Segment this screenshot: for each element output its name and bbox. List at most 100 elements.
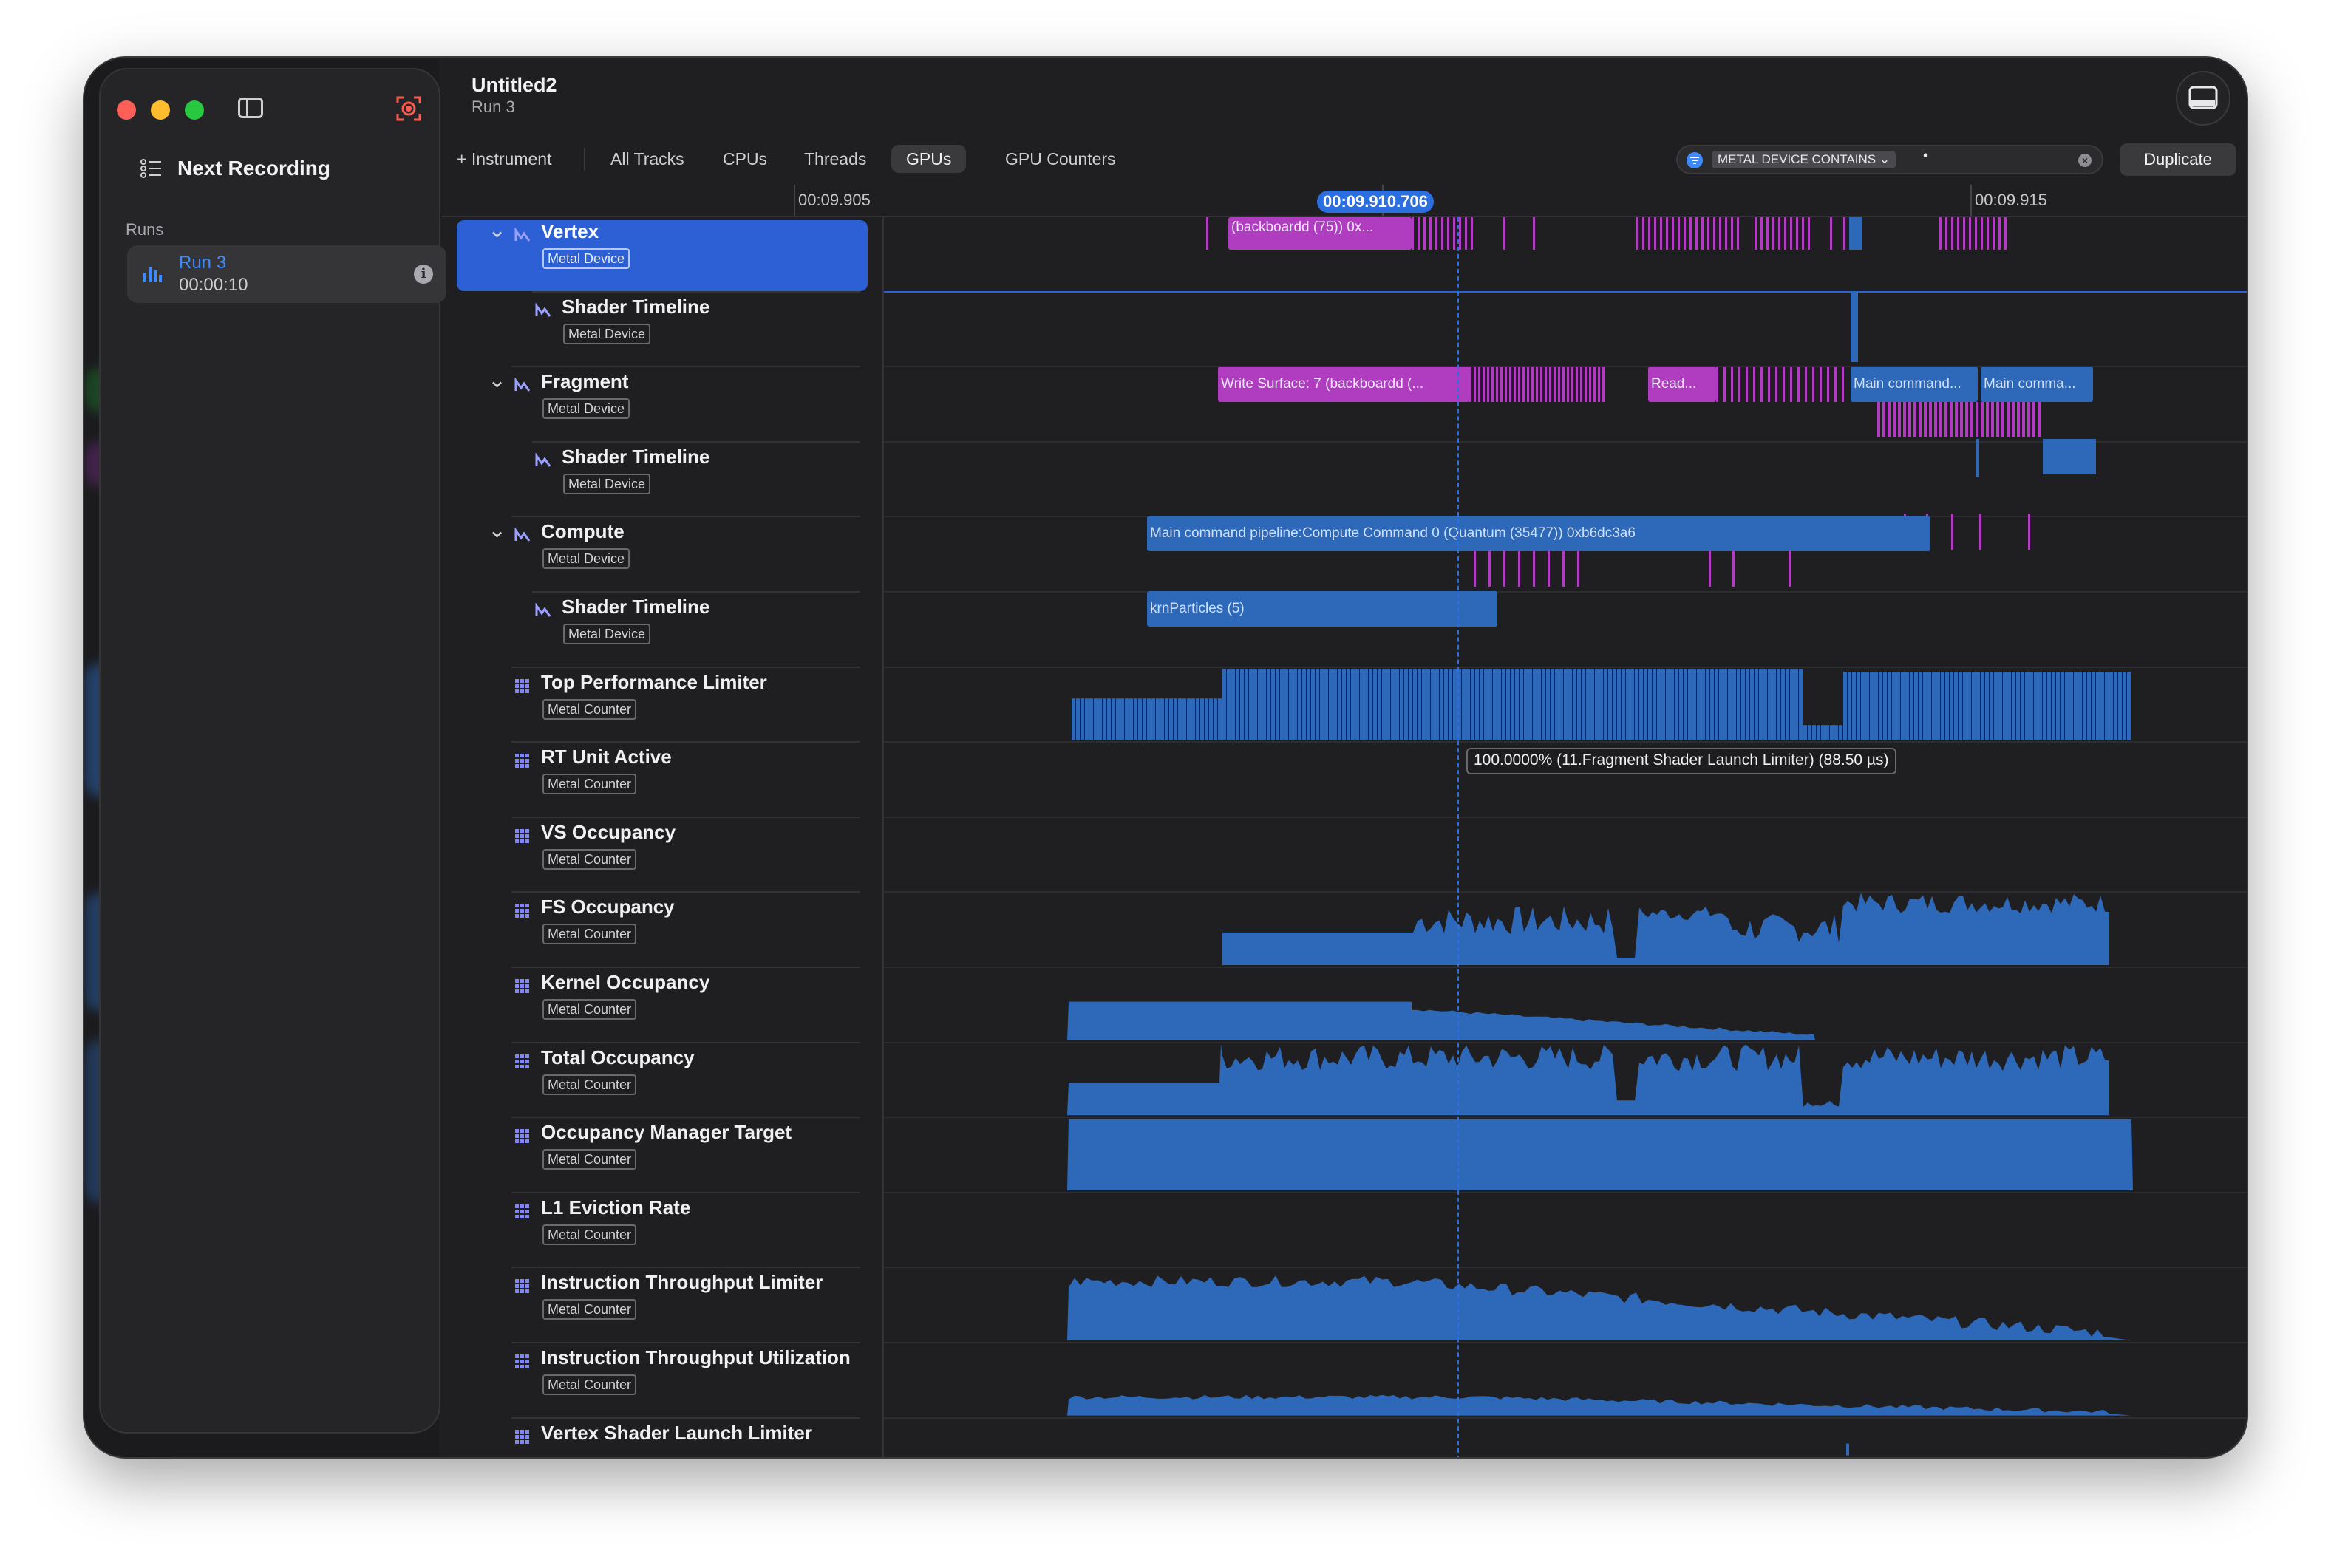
fragment-main-command-block[interactable]: Main command... — [1851, 367, 1978, 402]
fragment-read-block[interactable]: Read... — [1648, 367, 1716, 402]
inspector-toggle-button[interactable] — [2176, 71, 2230, 126]
compute-command-block[interactable]: Main command pipeline:Compute Command 0 … — [1147, 516, 1930, 551]
limiter-bar — [2003, 672, 2007, 740]
minimize-window-button[interactable] — [151, 100, 170, 120]
fragment-write-block[interactable]: Write Surface: 7 (backboardd (... — [1218, 367, 1469, 402]
vertex-tick — [1654, 217, 1656, 250]
fragment-tick — [1944, 402, 1947, 437]
track-name[interactable]: Compute — [541, 520, 625, 543]
track-name[interactable]: FS Occupancy — [541, 896, 675, 918]
limiter-bar — [1182, 698, 1186, 740]
limiter-bar — [2096, 672, 2100, 740]
track-separator — [511, 516, 860, 518]
limiter-bar — [1138, 698, 1142, 740]
disclosure-chevron-icon[interactable]: ⌄ — [488, 519, 506, 542]
fragment-main-command-block[interactable]: Main comma... — [1981, 367, 2093, 402]
info-icon[interactable]: i — [414, 265, 433, 284]
shader-timeline-icon — [514, 378, 531, 392]
disclosure-chevron-icon[interactable]: ⌄ — [488, 369, 506, 392]
limiter-bar — [1626, 669, 1630, 740]
tab-gpu-counters[interactable]: GPU Counters — [990, 145, 1131, 173]
fragment-tick — [1549, 367, 1551, 402]
limiter-bar — [1431, 669, 1435, 740]
fragment-tick — [2038, 402, 2041, 437]
fragment-tick — [1469, 367, 1471, 402]
limiter-bar — [1378, 669, 1381, 740]
limiter-bar — [1728, 669, 1732, 740]
limiter-bar — [1333, 669, 1337, 740]
track-type-badge: Metal Device — [563, 624, 651, 644]
zoom-window-button[interactable] — [185, 100, 204, 120]
kernel-particles-block[interactable]: krnParticles (5) — [1147, 591, 1497, 627]
limiter-bar — [1165, 698, 1168, 740]
tab-all-tracks[interactable]: All Tracks — [596, 145, 699, 173]
vertex-tick — [1796, 217, 1798, 250]
limiter-bar — [1533, 669, 1537, 740]
limiter-bar — [1329, 669, 1333, 740]
limiter-bar — [1653, 669, 1656, 740]
vertex-tick — [1719, 217, 1721, 250]
vertex-tick — [1998, 217, 2001, 250]
compute-tick — [1548, 551, 1550, 587]
playhead-time-label[interactable]: 00:09.910.706 — [1317, 191, 1434, 213]
vertex-tick — [1660, 217, 1662, 250]
compute-tick — [1732, 551, 1735, 587]
limiter-bar — [1209, 698, 1213, 740]
track-name[interactable]: Occupancy Manager Target — [541, 1121, 792, 1144]
tab-gpus[interactable]: GPUs — [891, 145, 967, 173]
sidebar-toggle-icon[interactable] — [238, 98, 263, 118]
disclosure-chevron-icon[interactable]: ⌄ — [488, 219, 506, 242]
ruler-label: 00:09.915 — [1975, 191, 2047, 209]
close-window-button[interactable] — [117, 100, 136, 120]
track-name[interactable]: Total Occupancy — [541, 1046, 695, 1069]
filter-token[interactable]: METAL DEVICE CONTAINS ⌄ — [1712, 151, 1896, 168]
track-filter-field[interactable]: METAL DEVICE CONTAINS ⌄ • × — [1676, 145, 2103, 174]
limiter-bar — [1967, 672, 1971, 740]
track-name[interactable]: Vertex — [541, 220, 599, 243]
document-title: Untitled2 — [472, 74, 557, 96]
limiter-bar — [1945, 672, 1949, 740]
limiter-bar — [1205, 698, 1208, 740]
limiter-bar — [2052, 672, 2055, 740]
fragment-tick — [1593, 367, 1596, 402]
track-name[interactable]: Fragment — [541, 370, 628, 393]
track-name[interactable]: RT Unit Active — [541, 746, 672, 768]
track-separator — [511, 816, 860, 818]
vertex-tick — [1684, 217, 1686, 250]
limiter-bar — [1595, 669, 1599, 740]
limiter-bar — [1422, 669, 1426, 740]
track-name[interactable]: Kernel Occupancy — [541, 971, 709, 994]
limiter-bar — [1147, 698, 1151, 740]
record-icon[interactable] — [396, 96, 421, 121]
fragment-tick — [1716, 367, 1718, 402]
clear-filter-icon[interactable]: × — [2078, 154, 2092, 167]
vertex-tick — [2004, 217, 2007, 250]
vertex-tick — [1963, 217, 1965, 250]
limiter-bar — [1710, 669, 1714, 740]
add-instrument-button[interactable]: + Instrument — [442, 145, 566, 173]
limiter-bar — [1559, 669, 1563, 740]
duplicate-button[interactable]: Duplicate — [2120, 143, 2236, 176]
track-name[interactable]: Shader Timeline — [562, 596, 709, 618]
track-name[interactable]: Instruction Throughput Utilization — [541, 1346, 851, 1369]
track-name[interactable]: VS Occupancy — [541, 821, 676, 844]
track-name[interactable]: Instruction Throughput Limiter — [541, 1271, 823, 1294]
track-name[interactable]: Top Performance Limiter — [541, 671, 767, 694]
track-name[interactable]: Shader Timeline — [562, 446, 709, 468]
vertex-command-block[interactable]: (backboardd (75)) 0x... — [1228, 217, 1412, 250]
tab-threads[interactable]: Threads — [789, 145, 881, 173]
tab-cpus[interactable]: CPUs — [708, 145, 782, 173]
run-list-item[interactable]: Run 3 00:00:10 i — [127, 245, 446, 303]
track-name[interactable]: Vertex Shader Launch Limiter — [541, 1422, 812, 1445]
track-type-badge: Metal Device — [542, 248, 630, 269]
track-name[interactable]: L1 Eviction Rate — [541, 1196, 690, 1219]
timeline-graph-area[interactable]: (backboardd (75)) 0x... Write Surface: 7… — [882, 217, 2247, 1457]
limiter-bar — [1151, 698, 1155, 740]
limiter-bar — [1449, 669, 1452, 740]
track-separator — [532, 440, 860, 443]
limiter-bar — [2029, 672, 2033, 740]
track-name[interactable]: Shader Timeline — [562, 296, 709, 318]
limiter-bar — [1648, 669, 1652, 740]
limiter-bar — [1812, 725, 1816, 740]
next-recording-button[interactable]: Next Recording — [140, 157, 330, 180]
